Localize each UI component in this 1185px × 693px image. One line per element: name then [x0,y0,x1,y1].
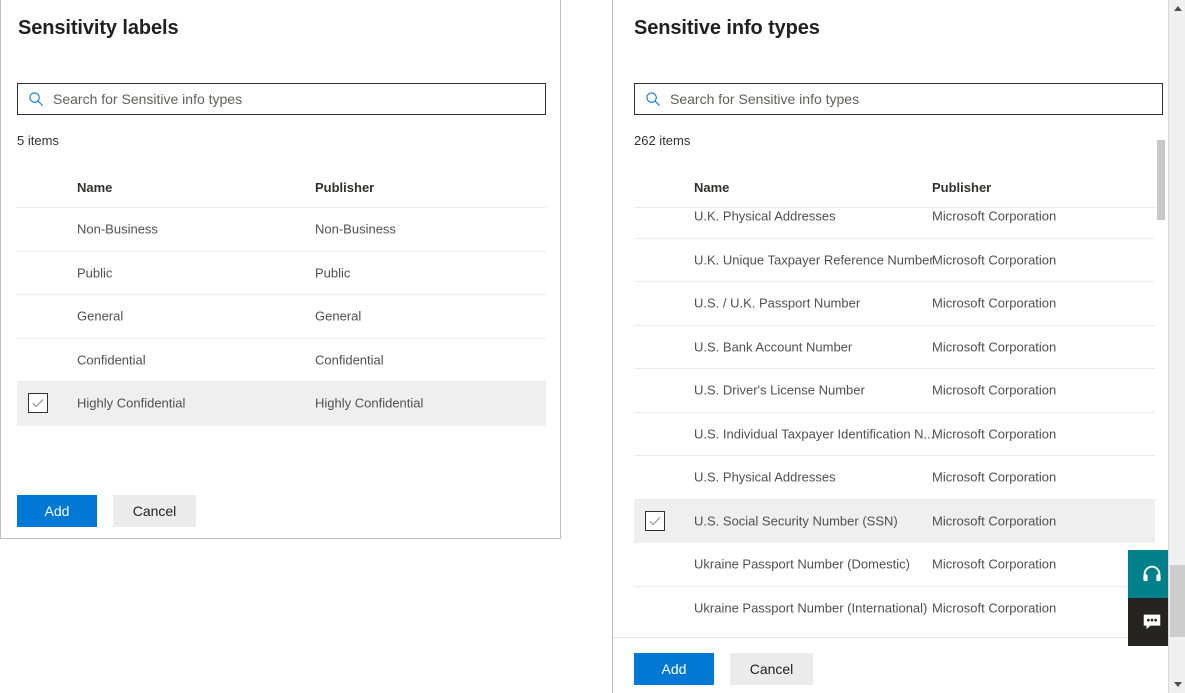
table-row[interactable]: Non-Business Non-Business [17,208,546,252]
search-input[interactable] [53,89,493,109]
cell-name: U.S. Bank Account Number [694,339,853,355]
sensitivity-labels-panel: Sensitivity labels 5 items Name Publishe… [0,0,561,539]
cell-name: U.S. / U.K. Passport Number [694,295,861,311]
column-header-name[interactable]: Name [77,180,112,195]
cell-name: Highly Confidential [77,395,186,411]
cell-publisher: Microsoft Corporation [932,339,1057,355]
labels-table: Non-Business Non-Business Public Public Gene… [17,208,546,430]
table-row[interactable]: Ukraine Passport Number (Domestic) Micros… [634,543,1163,587]
cell-name: U.K. Unique Taxpayer Reference Number [694,252,934,268]
cell-publisher: Microsoft Corporation [932,556,1057,572]
info-types-table: U.K. Physical Addresses Microsoft Corpora… [634,208,1163,620]
search-box[interactable] [634,83,1163,115]
column-header-publisher[interactable]: Publisher [315,180,374,195]
scroll-down-arrow-icon[interactable] [1169,676,1185,693]
cell-name: U.S. Individual Taxpayer Identification … [694,426,935,442]
scroll-up-arrow-icon[interactable] [1169,0,1185,17]
search-icon [646,92,660,106]
table-row[interactable]: U.K. Physical Addresses Microsoft Corpora… [634,208,1163,239]
panel-footer: Add Cancel [1,480,560,538]
table-column-headers: Name Publisher [17,170,546,208]
window-scrollbar-thumb[interactable] [1170,565,1185,637]
cell-name: Public [77,265,113,281]
app-root: Sensitivity labels 5 items Name Publishe… [0,0,1185,693]
cell-publisher: Non-Business [315,221,396,237]
row-checkbox[interactable] [645,510,665,531]
cancel-button[interactable]: Cancel [730,653,813,685]
table-row[interactable]: Highly Confidential Highly Confidential [17,382,546,426]
add-button[interactable]: Add [17,495,97,527]
table-row[interactable]: U.S. Social Security Number (SSN) Microso… [634,499,1163,543]
checkmark-icon [649,516,661,526]
search-input[interactable] [670,89,1110,109]
window-scrollbar[interactable] [1168,0,1185,693]
item-count: 5 items [17,133,59,148]
item-count: 262 items [634,133,691,148]
cancel-button[interactable]: Cancel [113,495,196,527]
table-row[interactable]: General General [17,295,546,339]
cell-publisher: Microsoft Corporation [932,252,1057,268]
cell-publisher: General [315,308,362,324]
panel-footer: Add Cancel [613,637,1168,693]
cell-publisher: Microsoft Corporation [932,295,1057,311]
cell-publisher: Highly Confidential [315,395,424,411]
table-row[interactable]: Public Public [17,251,546,295]
support-headset-icon [1143,565,1161,582]
table-row[interactable]: U.S. Driver's License Number Microsoft Co… [634,369,1163,413]
cell-name: U.S. Physical Addresses [694,469,836,485]
sensitive-info-types-panel: Sensitive info types 262 items Name Publ… [612,0,1169,693]
checkmark-icon [32,399,44,408]
cell-publisher: Microsoft Corporation [932,469,1057,485]
column-header-name[interactable]: Name [694,180,729,195]
cell-publisher: Microsoft Corporation [932,600,1057,616]
list-scrollbar-thumb[interactable] [1157,140,1165,220]
cell-publisher: Microsoft Corporation [932,426,1057,442]
table-column-headers: Name Publisher [634,170,1163,208]
table-row[interactable]: U.S. Physical Addresses Microsoft Corpora… [634,456,1163,500]
cell-name: General [77,308,124,324]
table-row[interactable]: Confidential Confidential [17,338,546,382]
table-row[interactable]: U.S. / U.K. Passport Number Microsoft Cor… [634,282,1163,326]
feedback-chat-icon [1142,613,1162,632]
page-title: Sensitivity labels [18,17,179,39]
search-box[interactable] [17,83,546,115]
table-row[interactable]: Ukraine Passport Number (International) M… [634,586,1163,620]
cell-publisher: Microsoft Corporation [932,513,1057,529]
cell-publisher: Microsoft Corporation [932,382,1057,398]
column-header-publisher[interactable]: Publisher [932,180,991,195]
cell-name: Ukraine Passport Number (Domestic) [694,556,911,572]
row-checkbox[interactable] [28,393,48,414]
page-title: Sensitive info types [634,17,820,39]
table-row[interactable]: U.K. Unique Taxpayer Reference Number Mic… [634,238,1163,282]
table-row[interactable]: U.S. Bank Account Number Microsoft Corpor… [634,325,1163,369]
cell-name: U.S. Social Security Number (SSN) [694,513,898,529]
add-button[interactable]: Add [634,653,714,685]
cell-publisher: Microsoft Corporation [932,208,1057,224]
cell-publisher: Confidential [315,352,384,368]
search-icon [29,92,43,106]
cell-name: U.S. Driver's License Number [694,382,865,398]
cell-name: Non-Business [77,221,158,237]
cell-name: Ukraine Passport Number (International) [694,600,928,616]
table-row[interactable]: U.S. Individual Taxpayer Identification … [634,412,1163,456]
cell-name: U.K. Physical Addresses [694,208,836,224]
cell-publisher: Public [315,265,351,281]
cell-name: Confidential [77,352,146,368]
